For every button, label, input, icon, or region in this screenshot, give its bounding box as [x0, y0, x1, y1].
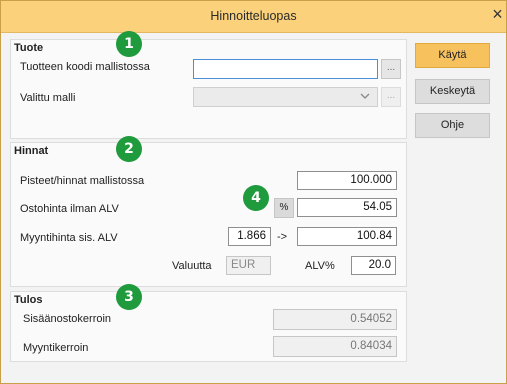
help-button[interactable]: Ohje — [415, 113, 490, 138]
selected-model-select[interactable] — [193, 87, 378, 107]
sale-price-input[interactable]: 100.84 — [297, 227, 397, 246]
percent-button[interactable]: % — [274, 198, 294, 218]
group-title-tuote: Tuote — [14, 42, 44, 54]
vat-label: ALV% — [305, 260, 335, 272]
product-code-input[interactable] — [193, 59, 378, 79]
window-title: Hinnoitteluopas — [210, 9, 297, 23]
step-badge-3: 3 — [116, 284, 142, 310]
points-label: Pisteet/hinnat mallistossa — [20, 175, 145, 187]
product-code-label: Tuotteen koodi mallistossa — [20, 61, 150, 73]
purchase-factor-field: 0.54052 — [273, 309, 397, 330]
purchase-price-label: Ostohinta ilman ALV — [20, 203, 119, 215]
cancel-button[interactable]: Keskeytä — [415, 79, 490, 104]
step-badge-4: 4 — [243, 185, 269, 211]
selected-model-label: Valittu malli — [20, 92, 76, 104]
selected-model-browse-button[interactable]: ... — [381, 87, 401, 107]
chevron-down-icon — [359, 90, 371, 105]
points-input[interactable]: 100.000 — [297, 171, 397, 190]
close-icon[interactable]: × — [489, 5, 506, 24]
purchase-factor-label: Sisäänostokerroin — [23, 313, 112, 325]
product-code-browse-button[interactable]: ... — [381, 59, 401, 79]
step-badge-2: 2 — [116, 136, 142, 162]
sale-price-label: Myyntihinta sis. ALV — [20, 232, 118, 244]
currency-field: EUR — [226, 256, 271, 275]
sales-factor-label: Myyntikerroin — [23, 342, 89, 354]
factor-input[interactable]: 1.866 — [228, 227, 271, 246]
sales-factor-field: 0.84034 — [273, 336, 397, 357]
title-bar: Hinnoitteluopas × — [1, 1, 506, 33]
group-title-tulos: Tulos — [14, 294, 43, 306]
group-title-hinnat: Hinnat — [14, 145, 49, 157]
currency-label: Valuutta — [172, 260, 212, 272]
step-badge-1: 1 — [116, 31, 142, 57]
purchase-price-input[interactable]: 54.05 — [297, 198, 397, 217]
pricing-guide-dialog: Hinnoitteluopas × Tuote Tuotteen koodi m… — [0, 0, 507, 384]
arrow-label: -> — [277, 231, 288, 243]
vat-input[interactable]: 20.0 — [351, 256, 396, 275]
apply-button[interactable]: Käytä — [415, 43, 490, 68]
